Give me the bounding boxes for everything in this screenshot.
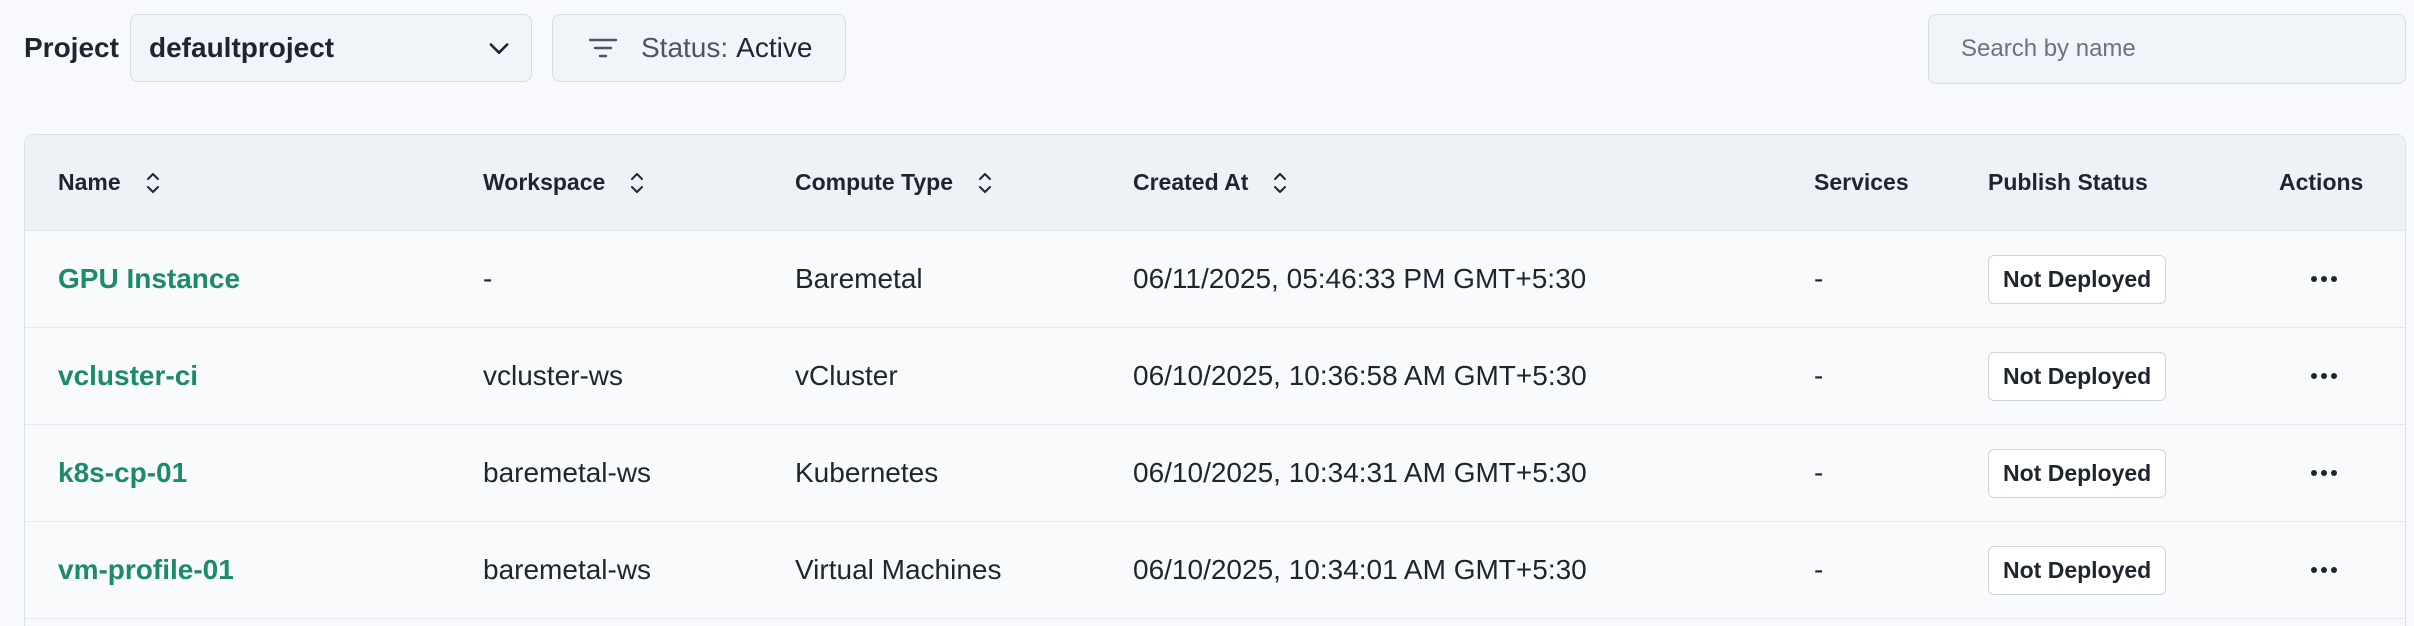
- projects-table: Name Workspace Compute Type Created At S…: [24, 134, 2406, 626]
- row-created-at: 06/11/2025, 05:46:33 PM GMT+5:30: [1133, 263, 1587, 294]
- row-compute-type: vCluster: [795, 360, 898, 391]
- column-header-label: Created At: [1133, 169, 1249, 195]
- column-header-compute-type[interactable]: Compute Type: [795, 169, 995, 197]
- row-workspace: baremetal-ws: [483, 457, 652, 488]
- publish-status-badge: Not Deployed: [1988, 254, 2167, 304]
- column-header-name[interactable]: Name: [58, 169, 163, 197]
- status-filter-key: Status:: [641, 32, 729, 63]
- sort-icon: [146, 172, 159, 193]
- table-header: Name Workspace Compute Type Created At S…: [25, 135, 2405, 231]
- row-created-at: 06/10/2025, 10:34:01 AM GMT+5:30: [1133, 554, 1587, 585]
- more-horizontal-icon[interactable]: [2309, 565, 2339, 575]
- column-header-label: Name: [58, 169, 121, 195]
- row-workspace: vcluster-ws: [483, 360, 624, 391]
- publish-status-badge: Not Deployed: [1988, 448, 2167, 498]
- column-header-services: Services: [1814, 169, 1909, 196]
- table-row: vm-profile-01 baremetal-ws Virtual Machi…: [25, 522, 2405, 619]
- sort-icon: [631, 172, 644, 193]
- publish-status-badge: Not Deployed: [1988, 545, 2167, 595]
- publish-status-badge: Not Deployed: [1988, 351, 2167, 401]
- row-created-at: 06/10/2025, 10:34:31 AM GMT+5:30: [1133, 457, 1587, 488]
- status-filter-button[interactable]: Status: Active: [552, 14, 846, 82]
- row-compute-type: Kubernetes: [795, 457, 939, 488]
- column-header-actions: Actions: [2279, 169, 2363, 196]
- row-services: -: [1814, 263, 1824, 294]
- table-row: GPU Instance - Baremetal 06/11/2025, 05:…: [25, 231, 2405, 328]
- column-header-workspace[interactable]: Workspace: [483, 169, 647, 197]
- column-header-created-at[interactable]: Created At: [1133, 169, 1290, 197]
- table-row: k8s-cp-01 baremetal-ws Kubernetes 06/10/…: [25, 425, 2405, 522]
- more-horizontal-icon[interactable]: [2309, 371, 2339, 381]
- row-services: -: [1814, 360, 1824, 391]
- column-header-label: Actions: [2279, 169, 2364, 195]
- column-header-label: Compute Type: [795, 169, 954, 195]
- chevron-down-icon: [489, 43, 509, 54]
- project-select-value: defaultproject: [149, 32, 335, 63]
- filter-icon: [588, 38, 618, 58]
- table-row: vcluster-ci vcluster-ws vCluster 06/10/2…: [25, 328, 2405, 425]
- row-services: -: [1814, 554, 1824, 585]
- row-created-at: 06/10/2025, 10:36:58 AM GMT+5:30: [1133, 360, 1587, 391]
- more-horizontal-icon[interactable]: [2309, 274, 2339, 284]
- sort-icon: [979, 172, 992, 193]
- row-services: -: [1814, 457, 1824, 488]
- column-header-label: Services: [1814, 169, 1909, 195]
- search-input[interactable]: [1928, 14, 2406, 84]
- row-name-link[interactable]: GPU Instance: [58, 263, 240, 295]
- column-header-publish-status: Publish Status: [1988, 169, 2148, 196]
- row-workspace: baremetal-ws: [483, 554, 652, 585]
- row-name-link[interactable]: k8s-cp-01: [58, 457, 187, 489]
- row-compute-type: Virtual Machines: [795, 554, 1002, 585]
- more-horizontal-icon[interactable]: [2309, 468, 2339, 478]
- toolbar: Project defaultproject Status: Active: [0, 0, 2414, 110]
- row-name-link[interactable]: vm-profile-01: [58, 554, 234, 586]
- sort-icon: [1274, 172, 1287, 193]
- project-select[interactable]: defaultproject: [130, 14, 532, 82]
- row-compute-type: Baremetal: [795, 263, 923, 294]
- row-name-link[interactable]: vcluster-ci: [58, 360, 198, 392]
- project-label: Project: [24, 32, 119, 63]
- column-header-label: Workspace: [483, 169, 606, 195]
- column-header-label: Publish Status: [1988, 169, 2148, 195]
- status-filter-value: Active: [736, 32, 813, 63]
- row-workspace: -: [483, 263, 493, 294]
